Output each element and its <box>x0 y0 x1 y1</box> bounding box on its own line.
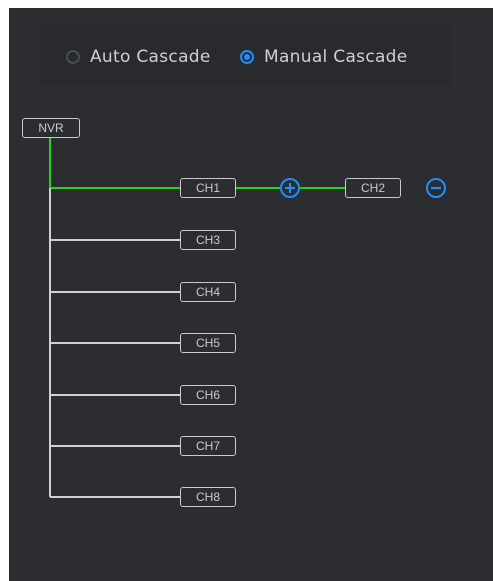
add-cascade-button[interactable] <box>280 178 300 198</box>
channel-node-ch5[interactable]: CH5 <box>180 333 236 353</box>
channel-node-ch2[interactable]: CH2 <box>345 178 401 198</box>
nvr-node: NVR <box>22 118 80 138</box>
cascade-tree-lines <box>49 137 345 498</box>
channel-node-ch7[interactable]: CH7 <box>180 436 236 456</box>
channel-node-ch6[interactable]: CH6 <box>180 385 236 405</box>
channel-node-ch8[interactable]: CH8 <box>180 487 236 507</box>
remove-cascade-button[interactable] <box>426 178 446 198</box>
channel-node-ch4[interactable]: CH4 <box>180 282 236 302</box>
channel-node-ch1[interactable]: CH1 <box>180 178 236 198</box>
channel-node-ch3[interactable]: CH3 <box>180 230 236 250</box>
